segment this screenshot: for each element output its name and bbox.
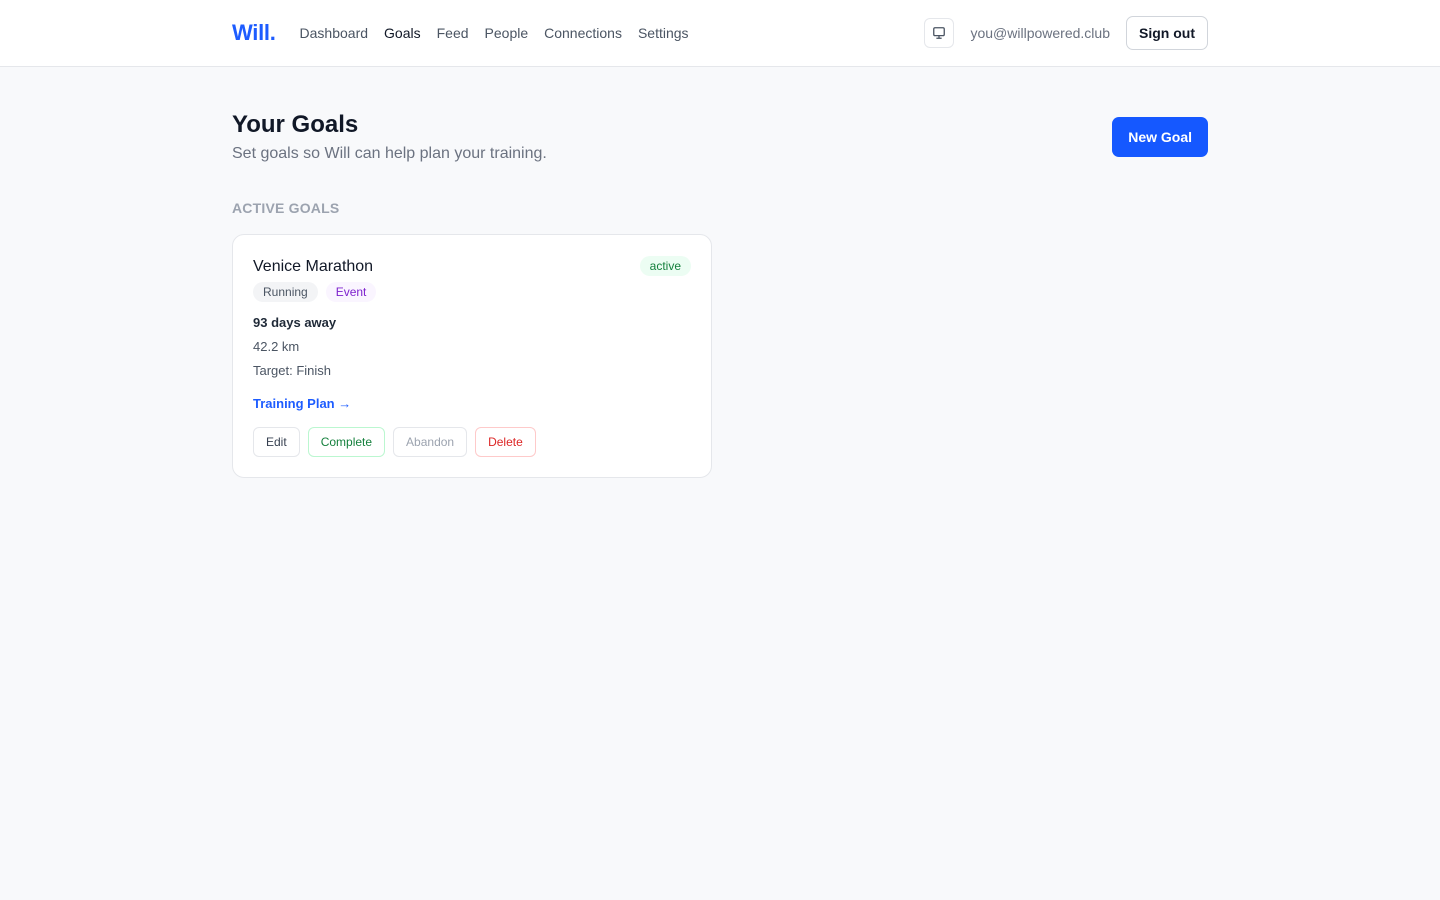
abandon-button[interactable]: Abandon [393, 427, 468, 457]
nav-feed[interactable]: Feed [437, 25, 469, 41]
training-plan-link[interactable]: Training Plan → [253, 396, 351, 411]
goal-target: Target: Finish [253, 363, 332, 378]
page-title: Your Goals [232, 111, 359, 138]
delete-button[interactable]: Delete [475, 427, 536, 457]
nav-goals[interactable]: Goals [384, 25, 421, 41]
topbar-right: you@willpowered.club Sign out [924, 16, 1208, 50]
nav-settings[interactable]: Settings [638, 25, 689, 41]
edit-button[interactable]: Edit [253, 427, 300, 457]
complete-button[interactable]: Complete [307, 427, 386, 457]
app-logo[interactable]: Will. [232, 20, 276, 46]
goal-card-header: Venice Marathon active [253, 256, 691, 276]
goal-card: Venice Marathon active Running Event 93 … [232, 234, 712, 478]
sign-out-button[interactable]: Sign out [1126, 16, 1208, 50]
goal-actions: Edit Complete Abandon Delete [253, 427, 691, 457]
nav-dashboard[interactable]: Dashboard [300, 25, 369, 41]
nav-connections[interactable]: Connections [544, 25, 622, 41]
tag-event: Event [325, 282, 377, 302]
display-mode-button[interactable] [924, 18, 955, 48]
monitor-icon [933, 27, 946, 39]
page-subtitle: Set goals so Will can help plan your tra… [232, 145, 547, 162]
top-navigation-inner: Will. Dashboard Goals Feed People Connec… [232, 0, 1208, 66]
goal-days-away: 93 days away [253, 315, 337, 330]
main-nav: Dashboard Goals Feed People Connections … [300, 25, 689, 41]
tag-running: Running [253, 282, 318, 302]
goal-tags: Running Event [253, 282, 691, 302]
nav-people[interactable]: People [485, 25, 529, 41]
section-label-active-goals: ACTIVE GOALS [232, 200, 340, 216]
page-heading-group: Your Goals Set goals so Will can help pl… [232, 111, 547, 163]
user-email: you@willpowered.club [970, 25, 1110, 41]
page-header: Your Goals Set goals so Will can help pl… [232, 111, 1208, 163]
status-badge: active [639, 256, 691, 276]
new-goal-button[interactable]: New Goal [1112, 117, 1208, 157]
top-navigation-bar: Will. Dashboard Goals Feed People Connec… [0, 0, 1440, 67]
goal-title: Venice Marathon [253, 258, 374, 275]
goal-distance: 42.2 km [253, 339, 300, 354]
main-content: Your Goals Set goals so Will can help pl… [232, 67, 1208, 478]
